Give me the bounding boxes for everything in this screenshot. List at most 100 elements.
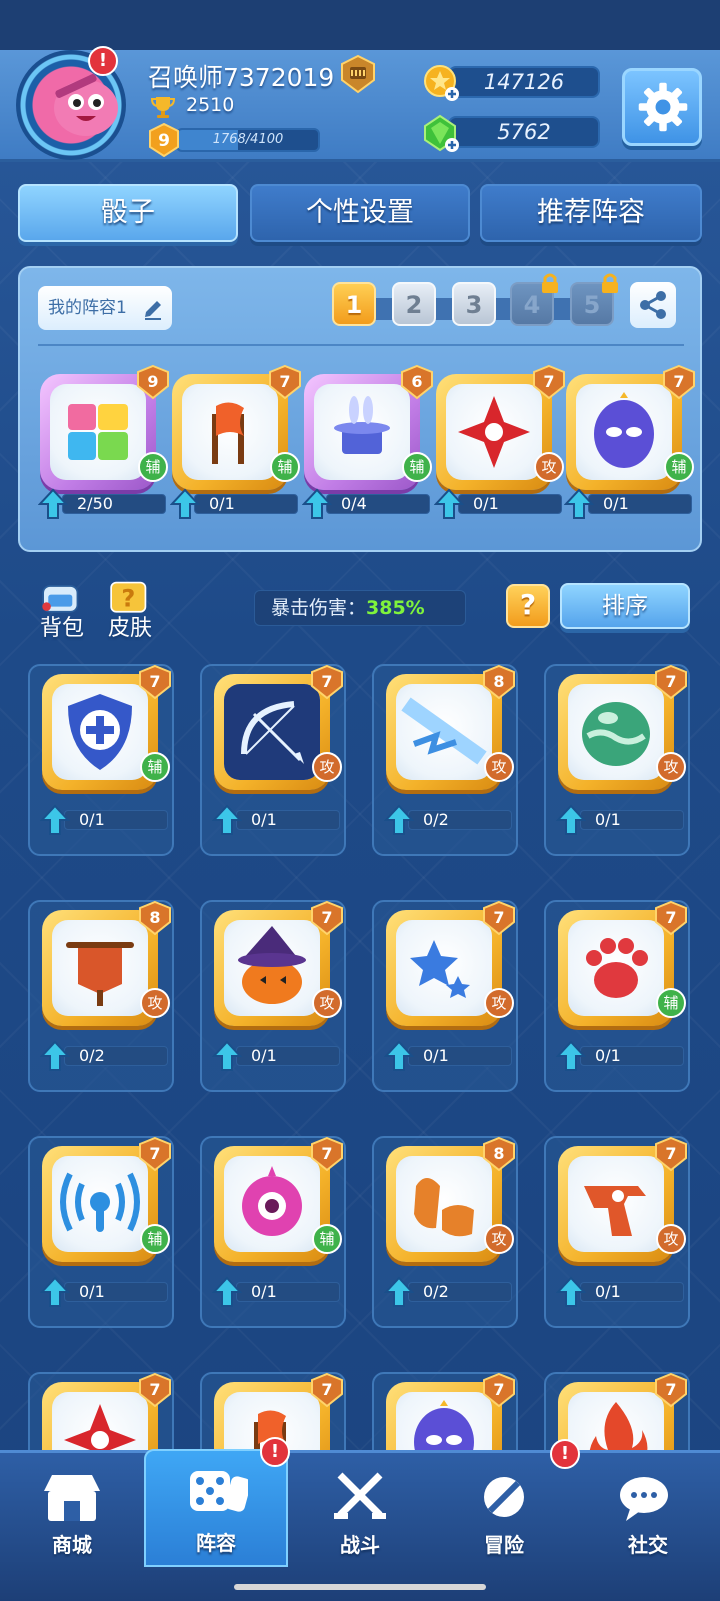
dice-type-badge: 辅 — [312, 1224, 342, 1254]
pencil-icon — [145, 301, 161, 320]
nav-shop[interactable]: 商城 — [0, 1453, 144, 1577]
dice-type-badge: 攻 — [140, 988, 170, 1018]
help-button[interactable]: ? — [506, 584, 550, 628]
backpack-label: 背包 — [39, 616, 84, 641]
dice-face — [224, 1156, 320, 1252]
upgrade-progress-text: 0/1 — [595, 810, 621, 829]
dice-card[interactable]: 9 辅 2/50 — [34, 364, 169, 519]
dice-card[interactable]: 7 攻 0/1 — [552, 1136, 687, 1307]
dice-card[interactable]: 7 攻 0/1 — [208, 664, 343, 835]
level-number: 9 — [158, 131, 170, 151]
dice-card[interactable]: 7 辅 0/1 — [552, 900, 687, 1071]
nav-label: 社交 — [628, 1533, 668, 1557]
dice-card[interactable]: 6 辅 0/4 — [298, 364, 433, 519]
dice-card[interactable]: 7 攻 0/1 — [430, 364, 565, 519]
experience-bar: 1768/4100 — [176, 128, 320, 152]
upgrade-arrow-icon — [556, 804, 586, 835]
dice-level-number: 7 — [321, 672, 332, 691]
dice-face — [224, 684, 320, 780]
dice-level-number: 7 — [665, 1380, 676, 1399]
upgrade-progress: 0/1 — [434, 488, 562, 519]
dice-card[interactable]: 7 辅 0/1 — [166, 364, 301, 519]
upgrade-arrow-icon — [212, 1276, 242, 1307]
dice-card[interactable]: 7 辅 0/1 — [208, 1136, 343, 1307]
dice-card[interactable]: 7 辅 0/1 — [36, 1136, 171, 1307]
dice-level-number: 7 — [321, 1380, 332, 1399]
upgrade-arrow-icon — [40, 1040, 70, 1071]
deck-slot-1[interactable]: 1 — [332, 282, 376, 326]
dice-card[interactable]: 8 攻 0/2 — [36, 900, 171, 1071]
nav-crossed-swords[interactable]: 战斗 — [288, 1453, 432, 1577]
settings-button[interactable] — [622, 68, 702, 146]
dice-level-number: 7 — [673, 372, 684, 391]
dice-face — [52, 920, 148, 1016]
puzzle-dice-icon — [68, 404, 128, 460]
dice-face — [396, 684, 492, 780]
nav-label: 阵容 — [196, 1531, 236, 1555]
dice-card[interactable]: 8 攻 0/2 — [380, 1136, 515, 1307]
nav-dice-lineup[interactable]: 阵容 ! — [144, 1437, 290, 1567]
upgrade-progress-bar: 2/50 — [62, 494, 166, 514]
shop-icon — [44, 1475, 100, 1521]
dice-type-badge: 辅 — [270, 452, 300, 482]
upgrade-progress-bar: 0/1 — [588, 494, 692, 514]
backpack-button[interactable]: 背包 — [34, 580, 90, 641]
dice-level-number: 7 — [665, 672, 676, 691]
level-shield-icon: 7 — [139, 664, 171, 700]
dice-face — [568, 684, 664, 780]
deck-slot-3[interactable]: 3 — [452, 282, 496, 326]
tab-recommended-lineup[interactable]: 推荐阵容 — [480, 184, 702, 242]
dice-card[interactable]: 7 攻 0/1 — [208, 900, 343, 1071]
dice-type-badge: 攻 — [312, 988, 342, 1018]
upgrade-progress-bar: 0/1 — [194, 494, 298, 514]
lightning-dice-icon — [401, 697, 487, 765]
coin-add-icon[interactable] — [422, 63, 462, 103]
upgrade-progress: 0/2 — [384, 804, 512, 835]
skin-button[interactable]: ? 皮肤 — [102, 580, 158, 641]
upgrade-progress: 0/1 — [556, 804, 684, 835]
upgrade-progress: 0/1 — [170, 488, 298, 519]
dice-card[interactable]: 8 攻 0/2 — [380, 664, 515, 835]
deck-slot-number: 1 — [345, 291, 363, 319]
upgrade-progress-bar: 0/2 — [64, 1046, 168, 1066]
level-shield-icon: 7 — [483, 1372, 515, 1408]
upgrade-progress-text: 0/2 — [79, 1046, 105, 1065]
dice-card[interactable]: 7 攻 0/1 — [552, 664, 687, 835]
deck-slot-number: 4 — [523, 291, 541, 319]
dice-face — [50, 384, 146, 480]
dice-type-badge: 辅 — [140, 1224, 170, 1254]
poison-dice-icon — [582, 702, 650, 766]
upgrade-progress: 0/1 — [212, 1040, 340, 1071]
signal-dice-icon — [60, 1172, 140, 1232]
tab-personalization[interactable]: 个性设置 — [250, 184, 470, 242]
lock-icon — [602, 273, 618, 293]
dice-type-badge: 辅 — [402, 452, 432, 482]
level-shield-icon: 7 — [311, 1372, 343, 1408]
adventure-icon — [484, 1477, 524, 1517]
deck-slot-4[interactable]: 4 — [510, 273, 558, 326]
deck-slot-5[interactable]: 5 — [570, 273, 618, 326]
dice-face — [568, 1156, 664, 1252]
mask-dice-icon — [594, 392, 654, 468]
level-shield-icon: 7 — [139, 1372, 171, 1408]
tab-dice[interactable]: 骰子 — [18, 184, 238, 242]
skin-label: 皮肤 — [107, 616, 152, 641]
sort-button[interactable]: 排序 — [560, 583, 690, 629]
deck-slot-2[interactable]: 2 — [392, 282, 436, 326]
deck-name-button[interactable]: 我的阵容1 — [38, 286, 172, 330]
nav-chat[interactable]: 社交 — [576, 1453, 720, 1577]
dice-card[interactable]: 7 攻 0/1 — [380, 900, 515, 1071]
gun-dice-icon — [584, 1186, 646, 1236]
level-shield-icon: 6 — [401, 364, 433, 400]
dice-card[interactable]: 7 辅 0/1 — [560, 364, 695, 519]
bow-dice-icon — [224, 684, 320, 780]
collection-dice-slot: 8 攻 0/2 — [28, 900, 174, 1092]
upgrade-arrow-icon — [38, 488, 68, 519]
gem-add-icon[interactable] — [422, 114, 462, 154]
level-shield-icon: 7 — [311, 664, 343, 700]
gem-balance: 5762 — [448, 116, 600, 148]
collection-dice-slot: 7 攻 0/1 — [200, 664, 346, 856]
nav-adventure[interactable]: 冒险 ! — [432, 1439, 580, 1577]
dice-card[interactable]: 7 辅 0/1 — [36, 664, 171, 835]
share-button[interactable] — [630, 282, 676, 328]
